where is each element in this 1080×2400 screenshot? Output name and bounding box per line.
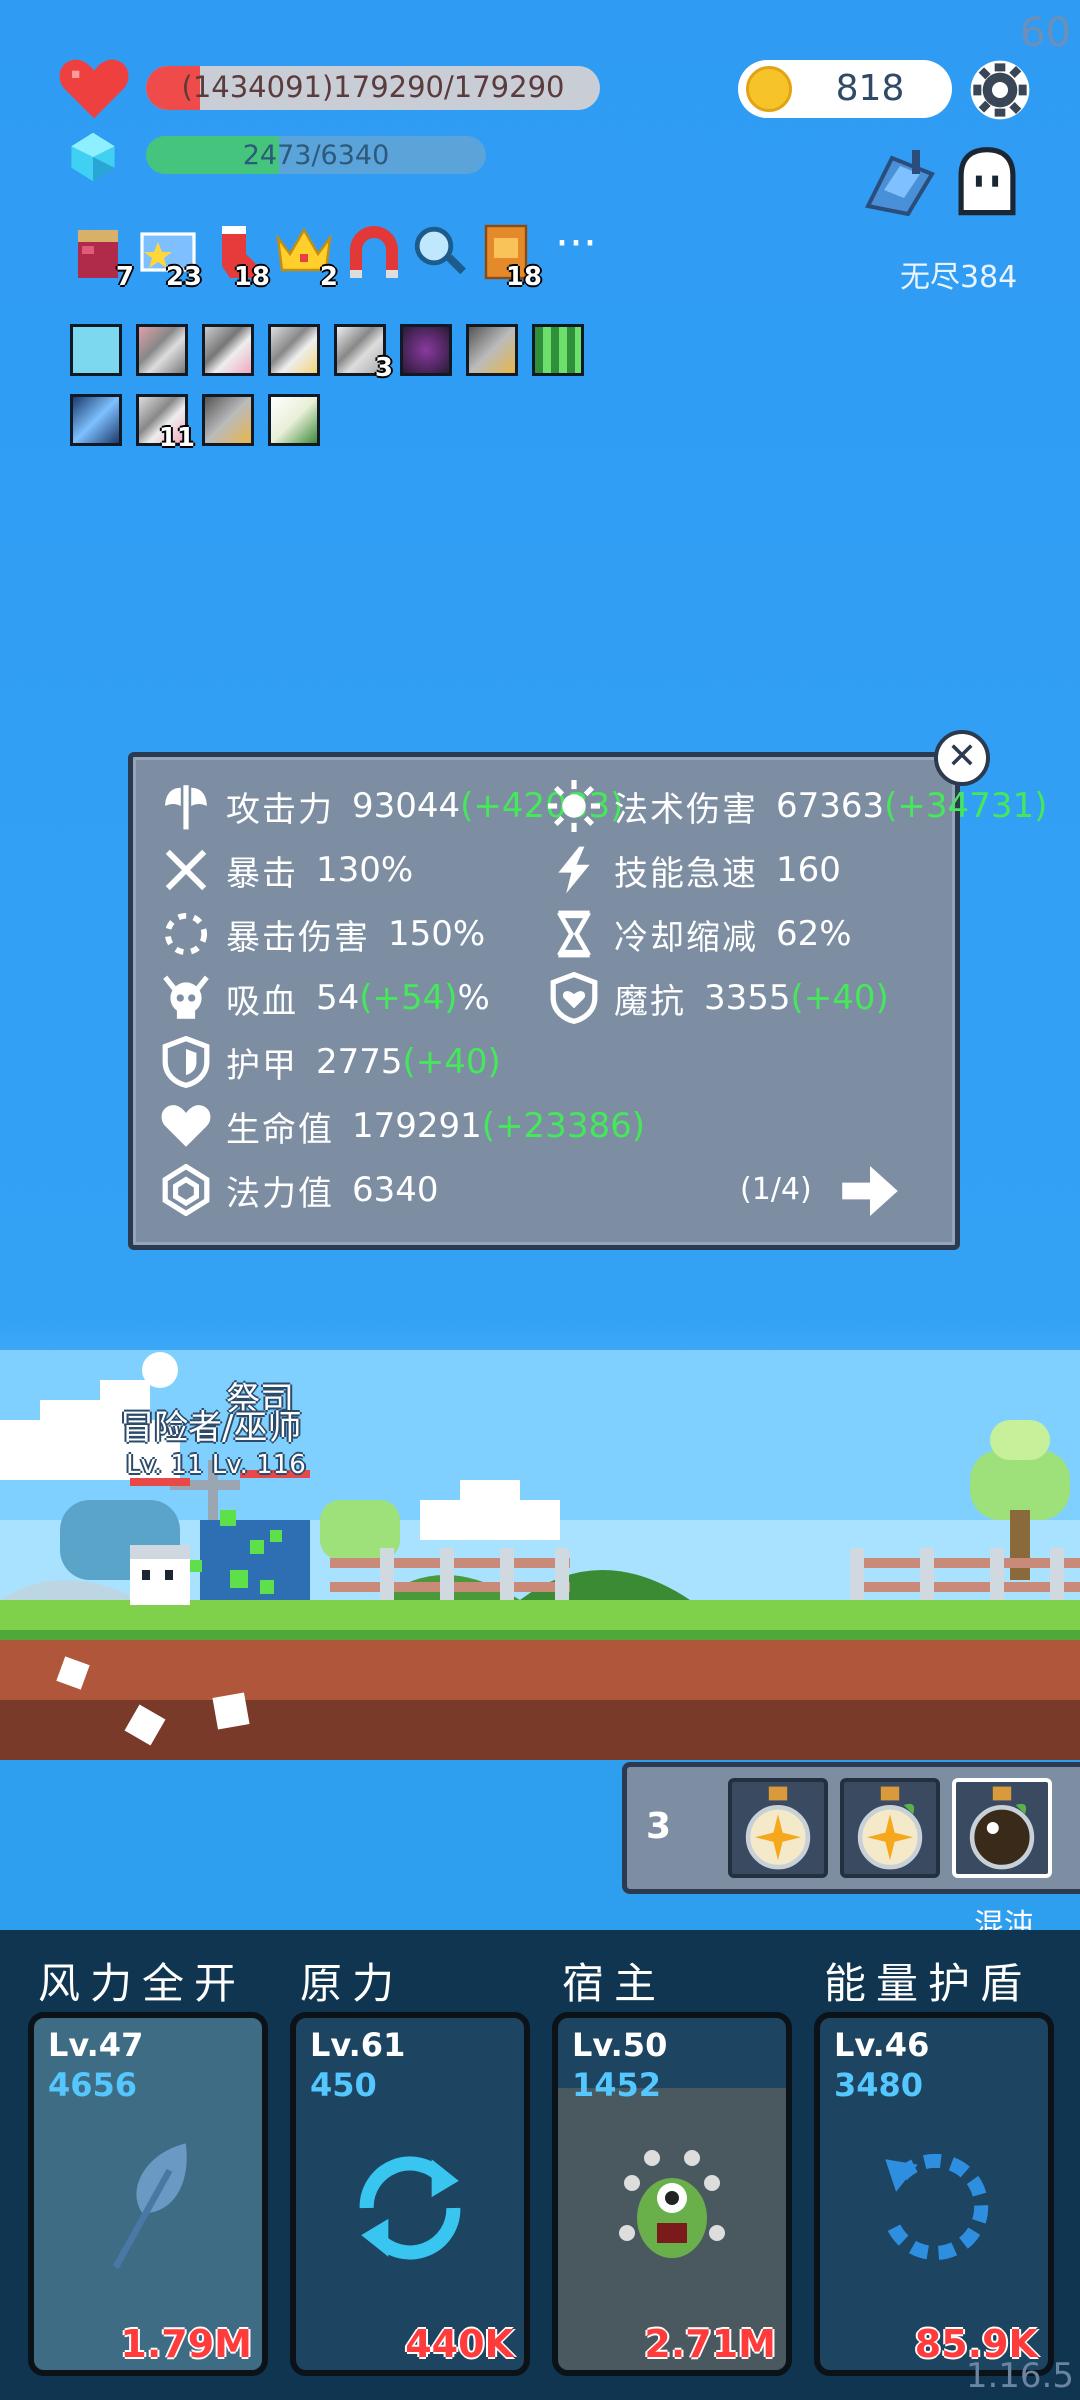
mana-text: 2473/6340 [242, 140, 390, 171]
arrow-right-icon[interactable] [842, 1166, 898, 1216]
golden-potion-icon [857, 1786, 923, 1870]
skill-card-1[interactable]: Lv.47 4656 1.79M [28, 2012, 268, 2376]
skill-name-2: 原力 [300, 1959, 405, 2008]
eyeball-monster-icon [619, 2150, 725, 2259]
ghost-icon[interactable] [950, 144, 1024, 222]
refresh-arrows-icon [359, 2156, 461, 2260]
hp-bar: (1434091)179290/179290 [146, 66, 600, 110]
lightning-icon [558, 846, 590, 894]
skill-name-4: 能量护盾 [824, 1959, 1033, 2008]
sword-buff-icon[interactable]: 3 [334, 324, 393, 383]
more-items-icon[interactable]: ··· [546, 222, 606, 286]
potion-slot-chaos[interactable] [952, 1778, 1052, 1878]
gear-icon[interactable] [968, 58, 1032, 122]
magnifier-icon[interactable] [410, 222, 470, 286]
buff-row-1: 3 [70, 324, 584, 383]
potion-slot-2[interactable] [840, 1778, 940, 1878]
sword-buff-icon[interactable] [136, 324, 188, 376]
star-card-icon[interactable]: 23 [138, 222, 202, 292]
heart-outline-icon [161, 1105, 211, 1147]
lightning-buff-icon[interactable] [70, 394, 122, 446]
dashed-cycle-icon [883, 2153, 989, 2261]
blue-flag-icon[interactable] [858, 142, 942, 222]
red-sock-icon[interactable]: 18 [206, 222, 270, 292]
stat-armor: 护甲 2775 (+40) [160, 1036, 501, 1088]
skill-card-3[interactable]: Lv.50 1452 2.71M [552, 2012, 792, 2376]
close-button[interactable]: ✕ [934, 730, 990, 786]
sword-buff-icon[interactable]: 11 [136, 394, 195, 453]
crossed-swords-icon [165, 849, 207, 891]
shield-buff-icon[interactable] [466, 324, 518, 376]
version-label: 1.16.5 [965, 2356, 1074, 2396]
shield-icon [162, 1036, 210, 1088]
endless-wave-label: 无尽384 [900, 260, 1018, 295]
stat-health: 生命值 179291 (+23386) [160, 1100, 645, 1152]
grid-buff-icon[interactable] [532, 324, 584, 376]
sword-buff-icon[interactable] [268, 324, 320, 376]
battle-scene [0, 1350, 1080, 1760]
potion-slot-1[interactable] [728, 1778, 828, 1878]
crystal-outline-icon [162, 1164, 210, 1216]
heart-shield-icon [550, 972, 598, 1024]
jam-jar-icon[interactable]: 7 [70, 222, 134, 292]
sun-icon [548, 780, 600, 832]
mana-crystal-icon [71, 132, 115, 182]
inventory-bar: 7 23 18 2 18 ··· [70, 222, 606, 292]
stat-spell-damage: 法术伤害 67363 (+34731) [548, 780, 1047, 832]
crown-icon[interactable]: 2 [274, 222, 338, 292]
stat-ability-haste: 技能急速 160 [548, 844, 841, 896]
magnet-icon[interactable] [342, 222, 402, 286]
adventurer-name-label: 冒险者/巫师 [120, 1408, 302, 1448]
skill-card-4[interactable]: Lv.46 3480 85.9K [814, 2012, 1054, 2376]
coin-counter: 818 [738, 60, 952, 118]
buff-row-2: 11 [70, 394, 320, 453]
hero-level-label: Lv. 11 Lv. 116 [126, 1450, 306, 1480]
dark-orb-buff-icon[interactable] [400, 324, 452, 376]
stat-magic-resist: 魔抗 3355 (+40) [548, 972, 889, 1024]
stat-crit-damage: 暴击伤害 150% [160, 908, 485, 960]
stat-lifesteal: 吸血 54 (+54) % [160, 972, 490, 1024]
stat-cooldown-reduction: 冷却缩减 62% [548, 908, 852, 960]
hourglass-icon [556, 910, 592, 958]
spellbook-icon[interactable]: 18 [478, 222, 542, 292]
target-ring-icon [164, 912, 208, 956]
skill-card-2[interactable]: Lv.61 450 440K [290, 2012, 530, 2376]
axe-icon [165, 785, 207, 830]
stats-page-indicator: (1/4) [740, 1172, 812, 1207]
mana-bar: 2473/6340 [146, 136, 486, 174]
light-buff-icon[interactable] [70, 324, 122, 376]
coin-icon [746, 66, 792, 112]
chaos-potion-icon [969, 1786, 1035, 1870]
heart-icon [59, 59, 129, 119]
coin-amount: 818 [835, 68, 905, 109]
leaf-buff-icon[interactable] [268, 394, 320, 446]
feather-icon [112, 2143, 187, 2269]
horned-skull-icon [163, 975, 209, 1019]
hp-text: (1434091)179290/179290 [181, 70, 565, 104]
sword-buff-icon[interactable] [202, 324, 254, 376]
potion-count: 3 [646, 1806, 672, 1847]
fps-counter: 60 [1020, 10, 1071, 56]
shield-buff-icon[interactable] [202, 394, 254, 446]
skill-name-1: 风力全开 [38, 1959, 247, 2008]
stat-mana: 法力值 6340 [160, 1164, 439, 1216]
golden-potion-icon [745, 1786, 811, 1870]
stat-crit: 暴击 130% [160, 844, 413, 896]
skill-name-3: 宿主 [562, 1959, 667, 2008]
